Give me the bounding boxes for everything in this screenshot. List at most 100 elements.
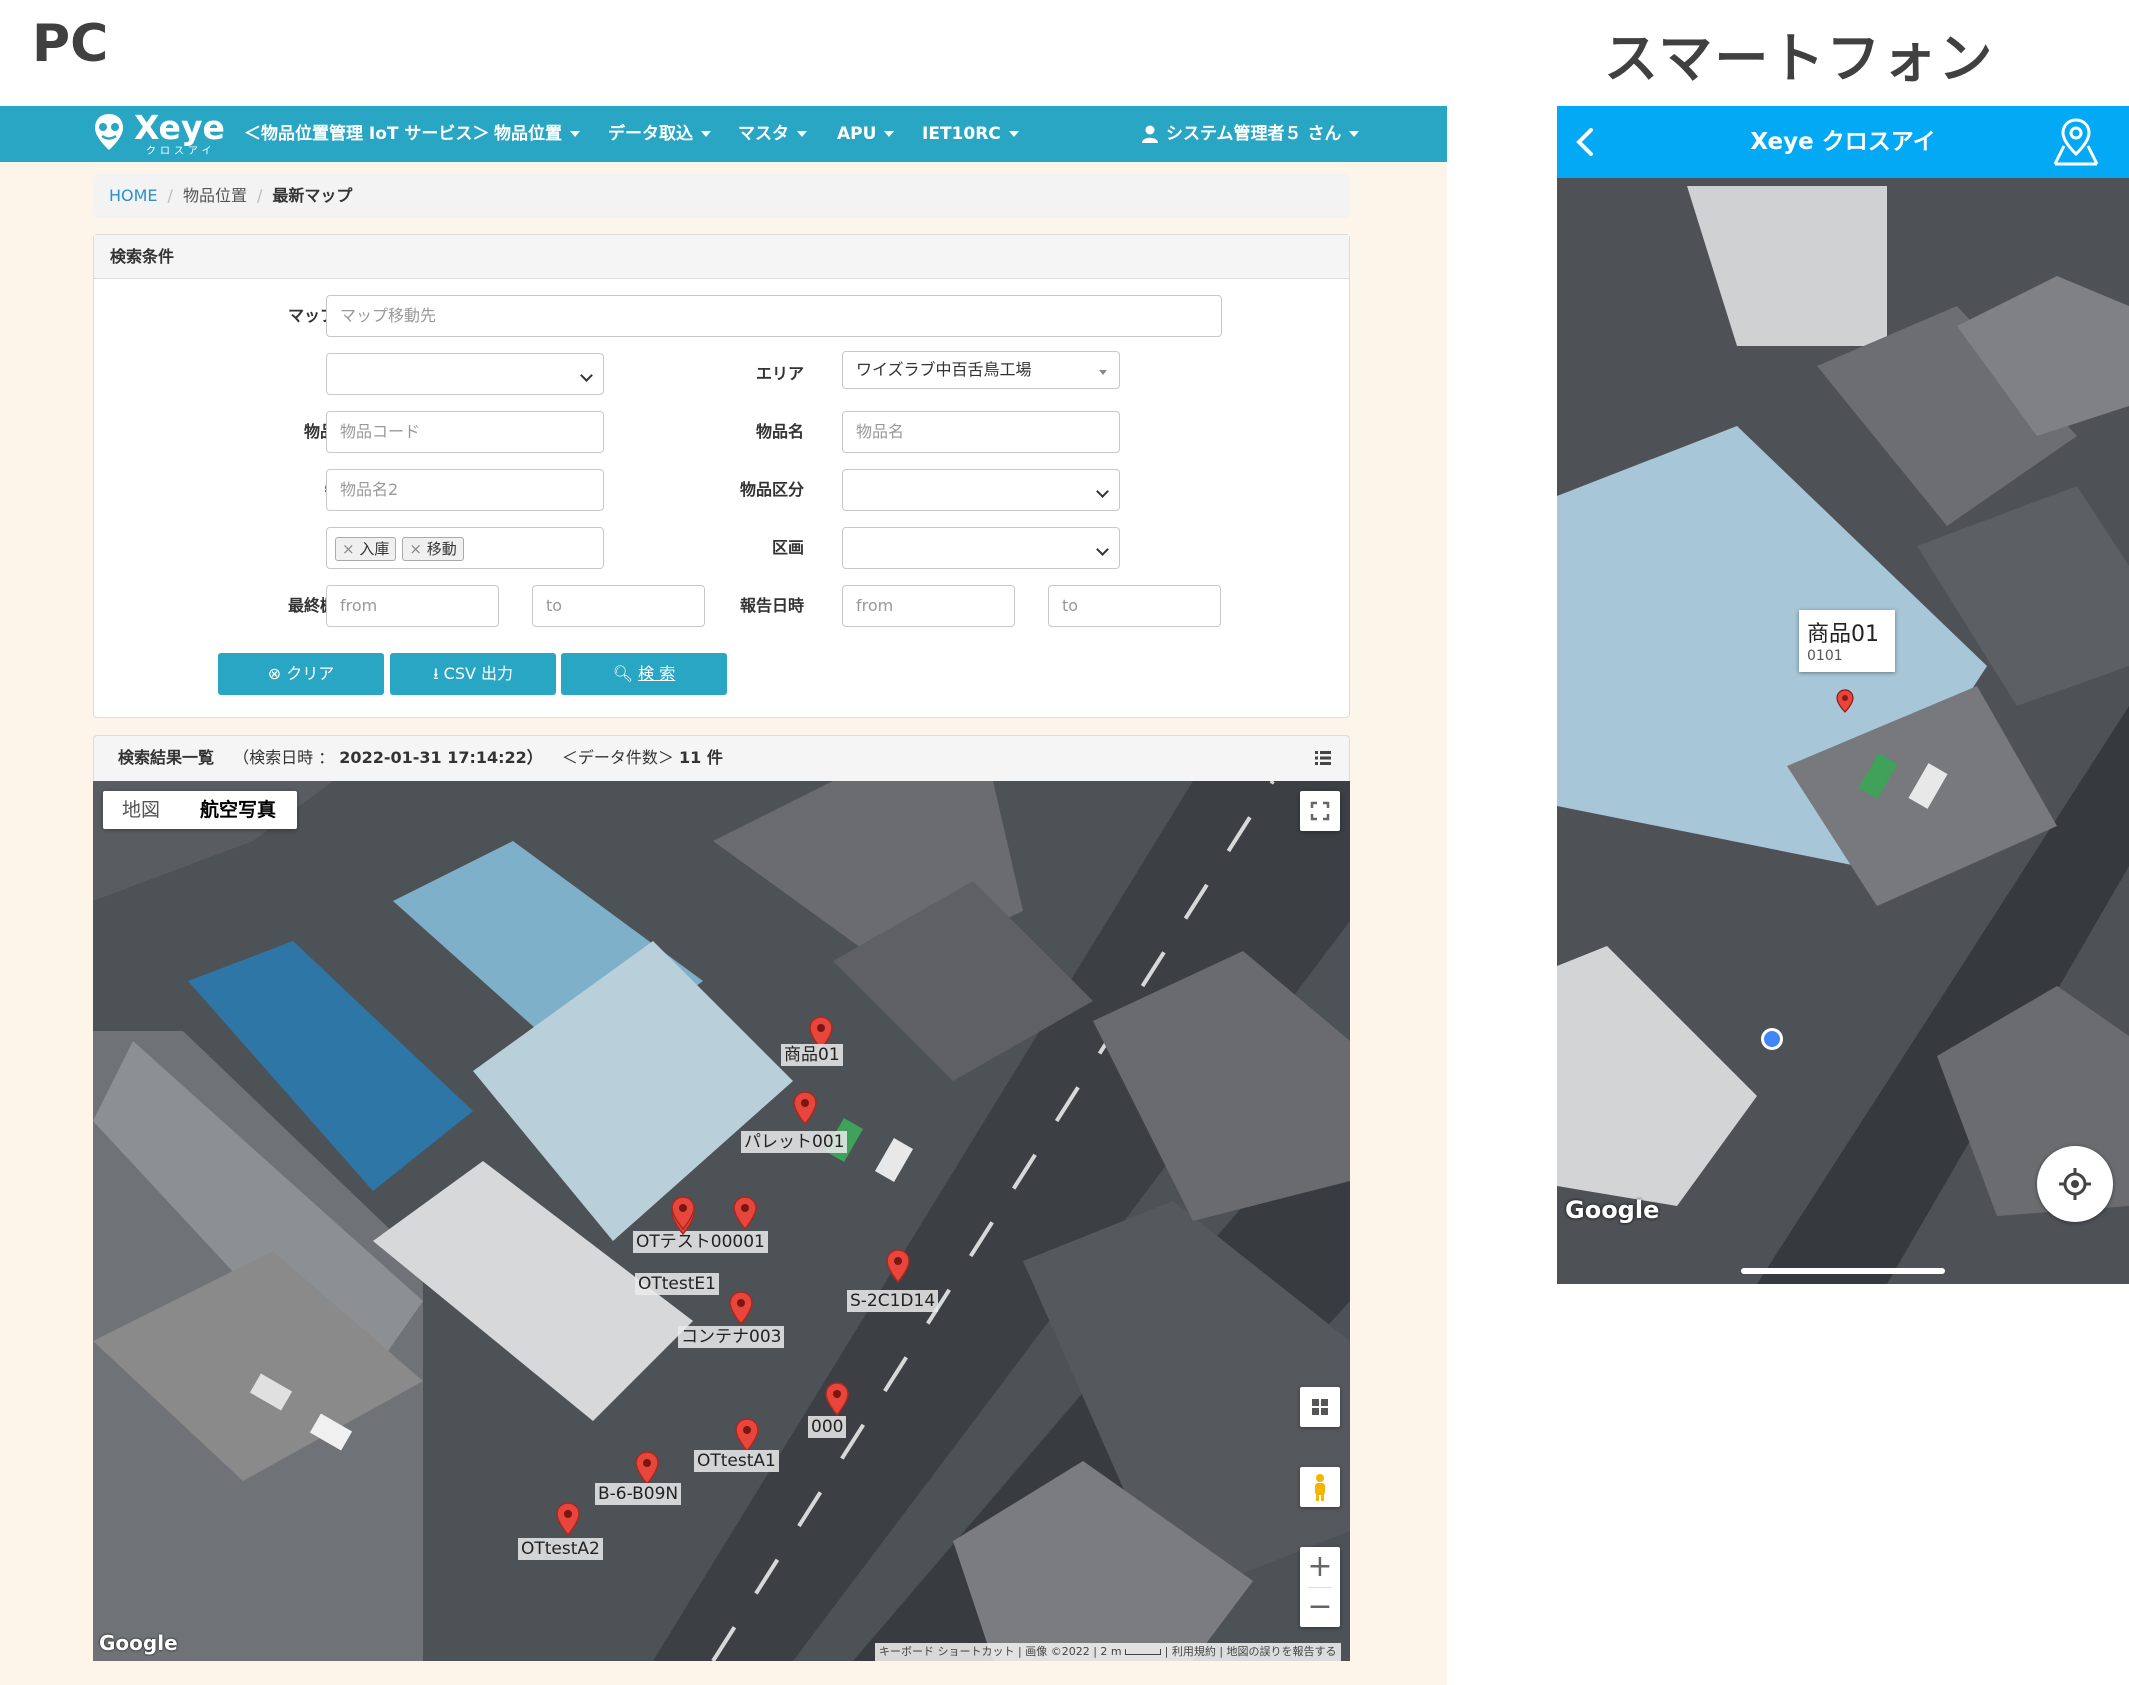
item-name-label: 物品名 xyxy=(755,422,804,441)
map-marker-label: OTtestA2 xyxy=(518,1538,603,1560)
last-inventory-from-input[interactable]: from xyxy=(326,585,499,627)
map-marker-icon[interactable] xyxy=(1836,689,1854,713)
fullscreen-button[interactable] xyxy=(1300,791,1340,831)
nav-item-label: APU xyxy=(837,124,877,144)
nav-item-master[interactable]: マスタ xyxy=(738,106,807,162)
tab-map[interactable]: 地図 xyxy=(103,791,179,829)
base-select[interactable] xyxy=(326,353,604,395)
tag-remove-icon[interactable]: × xyxy=(409,540,422,558)
map-marker-label: OTテスト00001 xyxy=(633,1231,768,1253)
tag-in[interactable]: × 入庫 xyxy=(335,536,397,561)
tag-move[interactable]: × 移動 xyxy=(402,536,464,561)
map-marker-label: B-6-B09N xyxy=(595,1483,682,1505)
nav-item-apu[interactable]: APU xyxy=(837,106,895,162)
report-date-from-input[interactable]: from xyxy=(842,585,1015,627)
report-date-label: 報告日時 xyxy=(739,596,804,615)
map-dest-input[interactable]: マップ移動先 xyxy=(326,295,1222,337)
area-select[interactable]: ワイズラブ中百舌鳥工場 xyxy=(842,351,1120,389)
zoom-in-button[interactable]: + xyxy=(1300,1547,1340,1587)
map-marker-icon[interactable] xyxy=(671,1196,695,1231)
section-select[interactable] xyxy=(842,527,1120,569)
grid-icon xyxy=(1312,1399,1328,1415)
aerial-map[interactable]: 地図 航空写真 + − Google キーボード ショートカット | 画像 ©2… xyxy=(93,781,1350,1661)
search-panel-title: 検索条件 xyxy=(94,235,1349,279)
map-marker-label: S-2C1D14 xyxy=(847,1290,939,1312)
search-icon: 🔍︎ xyxy=(612,664,639,683)
info-window-code: 0101 xyxy=(1807,648,1843,664)
results-header-text: 検索結果一覧 （検索日時 ： 2022-01-31 17:14:22） ＜データ… xyxy=(118,736,723,780)
marker-info-window[interactable]: 商品01 0101 xyxy=(1799,610,1895,672)
breadcrumb-home-link[interactable]: HOME xyxy=(109,186,158,205)
nav-item-data-import[interactable]: データ取込 xyxy=(608,106,711,162)
scale-label[interactable]: 2 m xyxy=(1100,1645,1121,1658)
fullscreen-icon xyxy=(1310,801,1330,821)
clear-button[interactable]: ⊗ クリア xyxy=(218,653,384,695)
aerial-imagery xyxy=(93,781,1350,1661)
map-marker-icon[interactable] xyxy=(635,1451,659,1486)
inout-multiselect[interactable]: × 入庫 × 移動 xyxy=(326,527,604,569)
csv-export-button[interactable]: ⭳ CSV 出力 xyxy=(390,653,556,695)
phone-app-bar: Xeye クロスアイ xyxy=(1557,106,2129,178)
map-marker-label: 商品01 xyxy=(781,1044,843,1066)
google-logo: Google xyxy=(99,1631,178,1655)
user-menu[interactable]: システム管理者５ さん xyxy=(1142,106,1360,162)
list-view-icon[interactable] xyxy=(1315,750,1331,766)
count-label: ＜データ件数＞ xyxy=(561,748,674,767)
map-marker-icon[interactable] xyxy=(735,1418,759,1453)
result-count: 11 件 xyxy=(679,748,723,767)
nav-item-label: IET10RC xyxy=(922,124,1001,144)
report-error-link[interactable]: 地図の誤りを報告する xyxy=(1227,1645,1337,1658)
tag-remove-icon[interactable]: × xyxy=(342,540,355,558)
terms-link[interactable]: 利用規約 xyxy=(1172,1645,1216,1658)
map-marker-label: 000 xyxy=(808,1416,847,1438)
area-label: エリア xyxy=(755,364,804,383)
xeye-logo-icon[interactable] xyxy=(92,112,126,152)
street-view-button[interactable] xyxy=(1300,1467,1340,1507)
pc-screen: Xeye クロスアイ ＜物品位置管理 IoT サービス＞ 物品位置 データ取込 … xyxy=(0,106,1447,1685)
map-marker-label: OTtestE1 xyxy=(635,1273,719,1295)
results-title: 検索結果一覧 xyxy=(118,748,215,767)
map-marker-icon[interactable] xyxy=(886,1249,910,1284)
search-button-label: 検 索 xyxy=(638,664,676,683)
my-location-button[interactable] xyxy=(2037,1146,2113,1222)
item-category-select[interactable] xyxy=(842,469,1120,511)
item-name-input[interactable]: 物品名 xyxy=(842,411,1120,453)
clear-button-label: クリア xyxy=(286,664,335,683)
phone-google-logo: Google xyxy=(1565,1196,1660,1224)
breadcrumb-section[interactable]: 物品位置 xyxy=(183,186,247,205)
results-panel-header: 検索結果一覧 （検索日時 ： 2022-01-31 17:14:22） ＜データ… xyxy=(93,735,1350,781)
caret-down-icon xyxy=(1349,131,1360,137)
current-location-dot-icon xyxy=(1761,1028,1783,1050)
keyboard-shortcuts-link[interactable]: キーボード ショートカット xyxy=(879,1645,1015,1658)
top-navbar: Xeye クロスアイ ＜物品位置管理 IoT サービス＞ 物品位置 データ取込 … xyxy=(0,106,1447,162)
item-name2-input[interactable]: 物品名2 xyxy=(326,469,604,511)
map-type-control: 地図 航空写真 xyxy=(103,791,297,829)
caret-down-icon xyxy=(701,131,711,137)
map-marker-label: パレット001 xyxy=(741,1131,848,1153)
download-icon: ⭳ xyxy=(432,664,444,683)
imagery-credit: 画像 ©2022 xyxy=(1025,1645,1090,1658)
caret-down-icon xyxy=(884,131,895,137)
map-marker-icon[interactable] xyxy=(556,1502,580,1537)
search-panel: 検索条件 マップ移動先 マップ移動先 拠点 エリア ワイズラブ中百舌鳥工場 物品… xyxy=(93,234,1350,718)
item-code-input[interactable]: 物品コード xyxy=(326,411,604,453)
map-marker-icon[interactable] xyxy=(825,1382,849,1417)
tab-satellite[interactable]: 航空写真 xyxy=(179,791,297,829)
report-date-to-input[interactable]: to xyxy=(1048,585,1221,627)
nav-item-label: 物品位置 xyxy=(494,124,562,144)
map-marker-icon[interactable] xyxy=(733,1196,757,1231)
map-marker-icon[interactable] xyxy=(793,1091,817,1126)
zoom-out-button[interactable]: − xyxy=(1300,1587,1340,1627)
map-tilt-button[interactable] xyxy=(1300,1387,1340,1427)
logo-subtext: クロスアイ xyxy=(146,146,216,157)
search-button[interactable]: 🔍︎ 検 索 xyxy=(561,653,727,695)
nav-item-location[interactable]: 物品位置 xyxy=(494,106,580,162)
section-label: 区画 xyxy=(771,538,804,557)
nav-item-iet10rc[interactable]: IET10RC xyxy=(922,106,1019,162)
smartphone-screen: Xeye クロスアイ 商品01 0101 Google xyxy=(1557,106,2129,1284)
service-title[interactable]: ＜物品位置管理 IoT サービス＞ xyxy=(244,106,489,162)
map-marker-icon[interactable] xyxy=(729,1291,753,1326)
clear-icon: ⊗ xyxy=(267,664,287,683)
map-marker-label: コンテナ003 xyxy=(678,1326,785,1348)
map-pin-icon[interactable] xyxy=(2051,116,2101,168)
